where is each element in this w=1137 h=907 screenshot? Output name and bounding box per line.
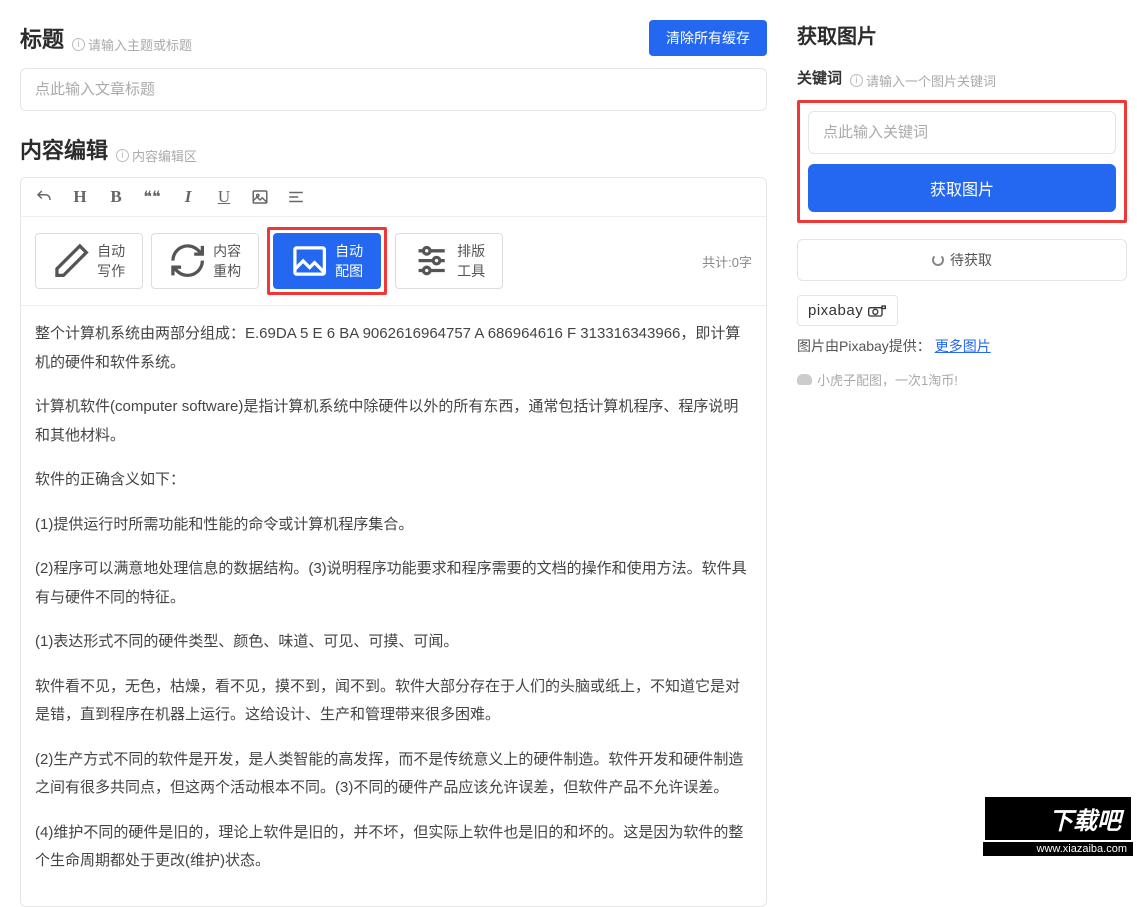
article-title-input[interactable] [20,68,767,111]
auto-write-button[interactable]: 自动写作 [35,233,143,289]
clear-cache-button[interactable]: 清除所有缓存 [649,20,767,56]
keyword-label: 关键词 [797,67,842,88]
align-icon[interactable] [287,188,305,206]
refresh-icon [168,241,207,280]
word-count: 共计:0字 [702,252,752,271]
more-images-link[interactable]: 更多图片 [935,338,991,354]
info-icon: i [850,74,863,87]
quote-icon[interactable]: ❝❝ [143,188,161,206]
title-section-header: 标题 i 请输入主题或标题 清除所有缓存 [20,20,767,56]
restructure-button[interactable]: 内容重构 [151,233,259,289]
bold-icon[interactable]: B [107,188,125,206]
layout-tool-button[interactable]: 排版工具 [395,233,503,289]
editor-box: H B ❝❝ I U 自动写作 内容重构 [20,177,767,907]
keyword-input[interactable] [808,111,1116,154]
keyword-hint: i 请输入一个图片关键词 [850,71,996,90]
paragraph: (1)表达形式不同的硬件类型、颜色、味道、可见、可摸、可闻。 [35,628,752,657]
camera-icon [867,304,887,318]
content-area[interactable]: 整个计算机系统由两部分组成：E.69DA 5 E 6 BA 9062616964… [21,306,766,906]
paragraph: (4)维护不同的硬件是旧的，理论上软件是旧的，并不坏，但实际上软件也是旧的和坏的… [35,819,752,876]
content-edit-label: 内容编辑 [20,133,108,165]
undo-icon[interactable] [35,188,53,206]
fetch-image-button[interactable]: 获取图片 [808,164,1116,212]
paragraph: 软件看不见，无色，枯燥，看不见，摸不到，闻不到。软件大部分存在于人们的头脑或纸上… [35,673,752,730]
sidebar-title: 获取图片 [797,20,1127,49]
spinner-icon [932,254,944,266]
heading-icon[interactable]: H [71,188,89,206]
paragraph: (1)提供运行时所需功能和性能的命令或计算机程序集合。 [35,511,752,540]
image-icon[interactable] [251,188,269,206]
keyword-highlight-box: 获取图片 [797,100,1127,223]
watermark: 下载吧 www.xiazaiba.com [983,795,1133,856]
italic-icon[interactable]: I [179,188,197,206]
underline-icon[interactable]: U [215,188,233,206]
paragraph: 计算机软件(computer software)是指计算机系统中除硬件以外的所有… [35,393,752,450]
paragraph: (2)程序可以满意地处理信息的数据结构。(3)说明程序功能要求和程序需要的文档的… [35,555,752,612]
action-toolbar: 自动写作 内容重构 自动配图 排版工具 共计:0字 [21,217,766,306]
promo-line: 小虎子配图，一次1淘币! [797,370,1127,389]
auto-image-highlight: 自动配图 [267,227,387,295]
title-hint: i 请输入主题或标题 [72,35,192,54]
auto-image-button[interactable]: 自动配图 [273,233,381,289]
format-toolbar: H B ❝❝ I U [21,178,766,217]
info-icon: i [116,149,129,162]
content-edit-hint: i 内容编辑区 [116,146,197,165]
info-icon: i [72,38,85,51]
pixabay-badge: pixabay [797,295,898,326]
title-label: 标题 [20,22,64,54]
fetch-status-button[interactable]: 待获取 [797,239,1127,281]
attribution-line: 图片由Pixabay提供： 更多图片 [797,336,1127,356]
cloud-icon [797,374,812,385]
paragraph: (2)生产方式不同的软件是开发，是人类智能的高发挥，而不是传统意义上的硬件制造。… [35,746,752,803]
paragraph: 软件的正确含义如下： [35,466,752,495]
settings-icon [412,241,451,280]
image-small-icon [290,241,329,281]
pencil-icon [52,241,91,280]
paragraph: 整个计算机系统由两部分组成：E.69DA 5 E 6 BA 9062616964… [35,320,752,377]
